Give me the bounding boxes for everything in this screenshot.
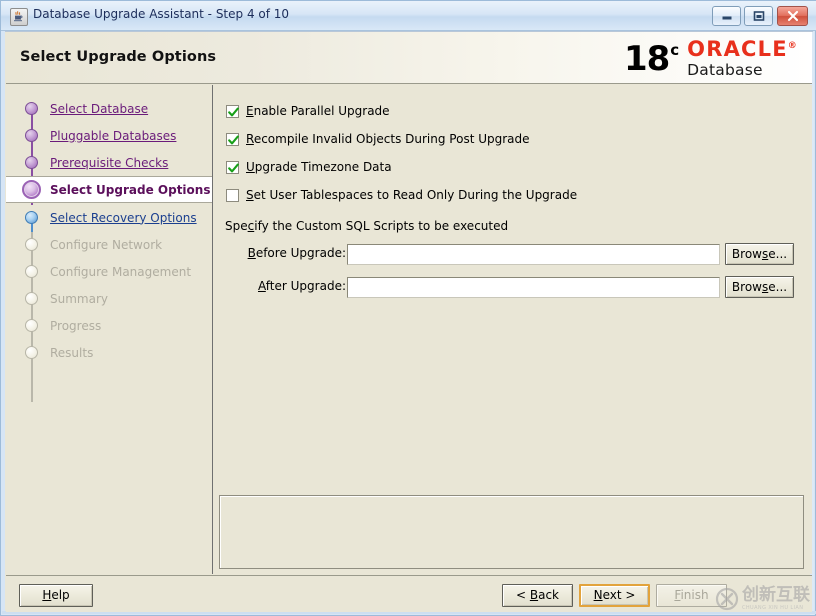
checkbox-label: Enable Parallel Upgrade [246, 104, 390, 118]
oracle-brand-logo: 18 c ORACLE® Database [624, 37, 798, 81]
checkbox-recompile-invalid-objects[interactable]: Recompile Invalid Objects During Post Up… [226, 132, 530, 146]
checkbox-checked-icon[interactable] [226, 160, 239, 174]
before-upgrade-input[interactable] [347, 243, 720, 265]
wizard-footer: Help < Back Next > Finish [6, 575, 812, 612]
sidebar-item-configure-network: Configure Network [6, 231, 212, 258]
finish-button: Finish [656, 584, 727, 607]
checkbox-upgrade-timezone-data[interactable]: Upgrade Timezone Data [226, 160, 392, 174]
sidebar-item-select-database[interactable]: Select Database [6, 95, 212, 122]
step-marker-todo-icon [25, 238, 38, 251]
checkbox-label: Upgrade Timezone Data [246, 160, 392, 174]
next-button[interactable]: Next > [579, 584, 650, 607]
sidebar-item-label: Progress [50, 318, 102, 333]
logo-version-number: 18 [623, 39, 670, 79]
sidebar-item-configure-management: Configure Management [6, 258, 212, 285]
sidebar-item-label: Select Upgrade Options [50, 182, 211, 197]
title-bar: Database Upgrade Assistant - Step 4 of 1… [1, 1, 816, 31]
sidebar-item-prerequisite-checks[interactable]: Prerequisite Checks [6, 149, 212, 176]
logo-version-suffix: c [670, 41, 679, 59]
sidebar-item-label: Select Recovery Options [50, 210, 197, 225]
sidebar-item-label: Configure Management [50, 264, 192, 279]
help-label-rest: elp [51, 588, 70, 602]
close-button[interactable] [777, 6, 808, 26]
checkbox-label-rest: pgrade Timezone Data [254, 160, 392, 174]
checkbox-checked-icon[interactable] [226, 104, 239, 118]
checkbox-label-rest: nable Parallel Upgrade [253, 104, 390, 118]
logo-version: 18 c [623, 39, 679, 79]
step-marker-done-icon [25, 129, 38, 142]
help-button[interactable]: Help [19, 584, 93, 607]
sidebar-item-label: Select Database [50, 101, 149, 116]
checkbox-label: Recompile Invalid Objects During Post Up… [246, 132, 530, 146]
logo-product-text: Database [687, 61, 763, 80]
sidebar-item-results: Results [6, 339, 212, 366]
sidebar-item-summary: Summary [6, 285, 212, 312]
back-label-pre: < [515, 588, 530, 602]
finish-label-rest: inish [680, 588, 709, 602]
sidebar-item-label: Results [50, 345, 94, 360]
sidebar-item-label: Configure Network [50, 237, 163, 252]
sidebar-item-select-upgrade-options[interactable]: Select Upgrade Options [6, 176, 212, 203]
message-panel [219, 495, 804, 569]
after-upgrade-input[interactable] [347, 276, 720, 298]
section-label-suffix: ify the Custom SQL Scripts to be execute… [254, 219, 509, 233]
step-marker-todo-icon [25, 319, 38, 332]
step-marker-todo-icon [25, 265, 38, 278]
logo-wordmark: ORACLE® Database [687, 39, 798, 79]
back-button[interactable]: < Back [502, 584, 573, 607]
checkbox-enable-parallel-upgrade[interactable]: Enable Parallel Upgrade [226, 104, 390, 118]
checkbox-label: Set User Tablespaces to Read Only During… [246, 188, 578, 202]
sidebar-item-select-recovery-options[interactable]: Select Recovery Options [6, 204, 212, 231]
wizard-step-sidebar: Select Database Pluggable Databases Prer… [6, 85, 213, 574]
step-marker-todo-icon [25, 292, 38, 305]
before-upgrade-label: Before Upgrade: [247, 246, 346, 260]
after-upgrade-label: After Upgrade: [258, 279, 346, 293]
step-marker-done-icon [25, 156, 38, 169]
sidebar-item-label: Pluggable Databases [50, 128, 177, 143]
browse-label-post: e... [768, 247, 788, 261]
java-coffee-cup-icon [10, 8, 28, 26]
next-label-rest: ext > [602, 588, 636, 602]
step-marker-todo-icon [25, 346, 38, 359]
browse-label-post: e... [768, 280, 788, 294]
window-title: Database Upgrade Assistant - Step 4 of 1… [33, 7, 290, 21]
logo-oracle-text: ORACLE® [687, 37, 798, 62]
sidebar-item-progress: Progress [6, 312, 212, 339]
custom-sql-scripts-section-label: Specify the Custom SQL Scripts to be exe… [225, 219, 509, 233]
after-upgrade-browse-button[interactable]: Browse... [725, 276, 794, 298]
before-upgrade-browse-button[interactable]: Browse... [725, 243, 794, 265]
checkbox-set-user-tablespaces-read-only[interactable]: Set User Tablespaces to Read Only During… [226, 188, 577, 202]
after-upgrade-label-rest: fter Upgrade: [265, 279, 346, 293]
back-label-post: ack [538, 588, 559, 602]
browse-label-pre: Brow [731, 247, 762, 261]
application-window: Database Upgrade Assistant - Step 4 of 1… [0, 0, 816, 616]
step-marker-next-icon [25, 211, 38, 224]
section-label-prefix: Spe [225, 219, 248, 233]
browse-label-pre: Brow [731, 280, 762, 294]
page-title: Select Upgrade Options [20, 49, 217, 65]
page-header: Select Upgrade Options 18 c ORACLE® Datab… [6, 32, 812, 84]
minimize-button[interactable] [712, 6, 741, 26]
sidebar-item-label: Summary [50, 291, 108, 306]
maximize-button[interactable] [744, 6, 773, 26]
checkbox-label-rest: ecompile Invalid Objects During Post Upg… [253, 132, 530, 146]
checkbox-unchecked-icon[interactable] [226, 188, 239, 202]
step-marker-done-icon [25, 102, 38, 115]
before-upgrade-label-rest: efore Upgrade: [255, 246, 346, 260]
step-marker-current-icon [22, 180, 41, 199]
checkbox-checked-icon[interactable] [226, 132, 239, 146]
main-content-panel: Enable Parallel Upgrade Recompile Invali… [214, 85, 812, 574]
sidebar-item-label: Prerequisite Checks [50, 155, 169, 170]
checkbox-label-rest: et User Tablespaces to Read Only During … [253, 188, 578, 202]
sidebar-item-pluggable-databases[interactable]: Pluggable Databases [6, 122, 212, 149]
